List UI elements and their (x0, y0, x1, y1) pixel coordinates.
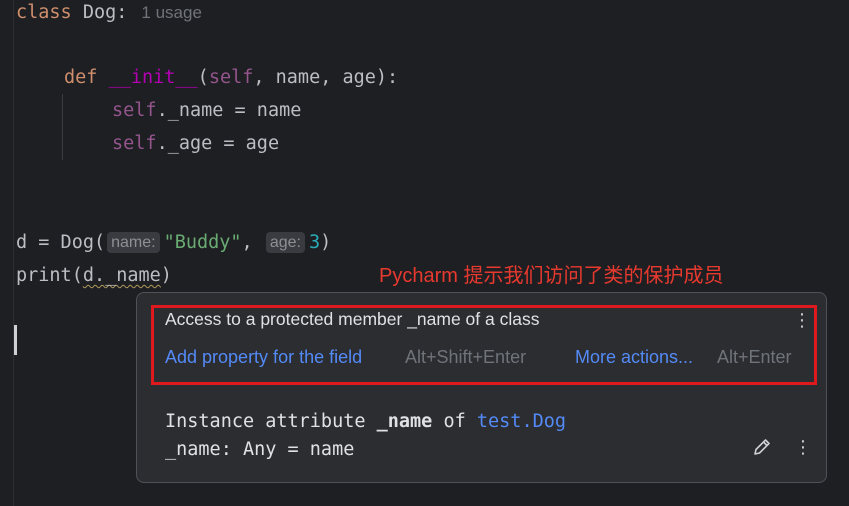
string-literal: "Buddy" (163, 232, 242, 253)
problem-description: Access to a protected member _name of a … (165, 309, 540, 329)
number-literal: 3 (308, 232, 321, 253)
usage-hint[interactable]: 1 usage (141, 3, 202, 22)
add-property-action[interactable]: Add property for the field (165, 347, 362, 368)
add-property-shortcut: Alt+Shift+Enter (405, 347, 527, 367)
doc-class-link[interactable]: test.Dog (477, 411, 566, 432)
code-line-assign-name[interactable]: self._name = name (112, 98, 301, 124)
more-actions-shortcut: Alt+Enter (717, 347, 792, 367)
more-actions-link[interactable]: More actions... (575, 347, 693, 368)
self-ref: self (112, 133, 157, 154)
self-param: self (208, 67, 254, 88)
params-rest: , name, age): (253, 67, 399, 88)
more-vertical-icon[interactable]: ⋮ (793, 310, 811, 332)
self-ref: self (112, 100, 157, 121)
more-vertical-icon[interactable]: ⋮ (794, 437, 812, 459)
doc-line-2: _name: Any = name (165, 439, 355, 460)
code-line-assign-age[interactable]: self._age = age (112, 131, 279, 157)
assign-name-rest: ._name = name (156, 100, 302, 121)
param-hint-age: age: (265, 232, 305, 253)
red-annotation: Pycharm 提示我们访问了类的保护成员 (379, 265, 724, 287)
text-caret (14, 325, 17, 355)
gutter-divider (13, 0, 14, 506)
print-prefix: print( (16, 265, 83, 286)
comma: , (241, 232, 253, 253)
paren-close: ) (160, 265, 172, 286)
instantiate-prefix: d = Dog( (16, 232, 106, 253)
function-name: __init__ (108, 67, 198, 88)
param-hint-name: name: (107, 232, 160, 253)
doc-of: of (432, 411, 477, 432)
paren-open: ( (197, 67, 209, 88)
code-line-print[interactable]: print(d._name) (16, 263, 172, 289)
doc-prefix: Instance attribute (165, 411, 377, 432)
assign-age-rest: ._age = age (156, 133, 280, 154)
doc-line-1: Instance attribute _name of test.Dog (165, 411, 566, 432)
indent-guide (62, 94, 63, 160)
code-line-def[interactable]: def __init__(self, name, age): (64, 65, 398, 91)
class-name: Dog: (82, 2, 128, 23)
warning-expression[interactable]: d._name (83, 265, 161, 286)
code-line-instantiate[interactable]: d = Dog(name: "Buddy", age: 3) (16, 230, 331, 256)
inspection-popup[interactable]: Access to a protected member _name of a … (136, 292, 827, 483)
keyword-def: def (64, 67, 98, 88)
keyword-class: class (16, 2, 72, 23)
paren-close: ) (320, 232, 332, 253)
code-line-class[interactable]: class Dog: 1 usage (16, 0, 202, 26)
doc-attr-name: _name (376, 411, 433, 432)
pencil-icon[interactable] (751, 436, 773, 458)
